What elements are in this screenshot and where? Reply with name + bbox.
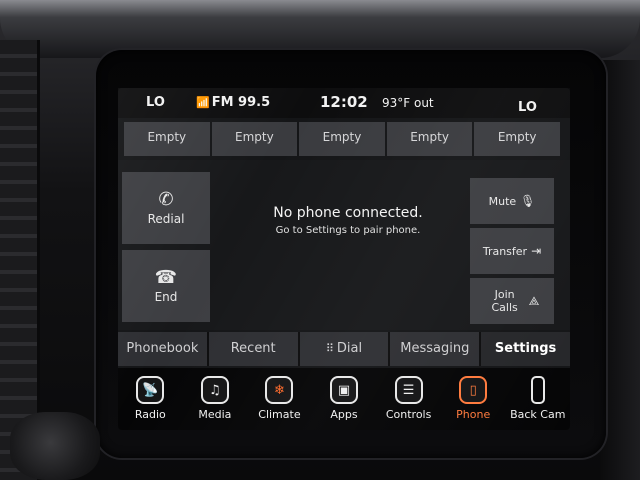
- favorite-slot-1[interactable]: Empty: [124, 122, 210, 156]
- favorite-slot-5[interactable]: Empty: [474, 122, 560, 156]
- car-dashboard: LO 📶 FM 99.5 12:02 93°F out LO Empty Empt…: [0, 0, 640, 480]
- favorite-slot-3[interactable]: Empty: [299, 122, 385, 156]
- tab-messaging[interactable]: Messaging: [390, 332, 480, 366]
- nav-radio[interactable]: 📡 Radio: [118, 368, 183, 430]
- end-label: End: [154, 290, 178, 304]
- tab-phonebook[interactable]: Phonebook: [118, 332, 207, 366]
- message-title: No phone connected.: [273, 205, 423, 221]
- nav-media-label: Media: [198, 408, 232, 421]
- radio-icon: 📡: [136, 376, 165, 404]
- connection-message: No phone connected. Go to Settings to pa…: [238, 205, 458, 236]
- status-bar: LO 📶 FM 99.5 12:02 93°F out LO: [118, 88, 570, 118]
- left-temp-setting[interactable]: LO: [146, 95, 165, 110]
- hang-up-icon: ☎: [154, 267, 178, 288]
- clock: 12:02: [320, 93, 368, 111]
- nav-radio-label: Radio: [134, 408, 166, 421]
- nav-back-cam-label: Back Cam: [510, 408, 566, 421]
- redial-button[interactable]: ✆ Redial: [122, 172, 210, 244]
- transfer-button[interactable]: Transfer ⇥: [470, 228, 554, 274]
- controls-icon: ☰: [394, 376, 423, 404]
- tab-recent[interactable]: Recent: [208, 332, 298, 366]
- transfer-icon: ⇥: [531, 244, 542, 258]
- message-subtitle: Go to Settings to pair phone.: [275, 225, 421, 236]
- nav-apps[interactable]: ▣ Apps: [312, 368, 377, 430]
- dashboard-side-panel: [600, 60, 640, 480]
- favorites-bar: Empty Empty Empty Empty Empty: [124, 122, 560, 156]
- antenna-icon: 📶: [196, 96, 210, 109]
- transfer-label: Transfer: [482, 244, 528, 258]
- right-temp-setting[interactable]: LO: [518, 100, 537, 115]
- back-cam-icon: [530, 376, 545, 404]
- nav-phone-label: Phone: [456, 408, 491, 421]
- nav-climate-label: Climate: [258, 408, 301, 421]
- control-knob: [10, 412, 100, 480]
- nav-controls-label: Controls: [385, 408, 432, 421]
- tab-dial-label: Dial: [336, 341, 363, 356]
- apps-icon: ▣: [330, 376, 359, 404]
- outside-temperature: 93°F out: [382, 96, 434, 110]
- nav-controls[interactable]: ☰ Controls: [376, 368, 441, 430]
- tab-dial[interactable]: ⠿ Dial: [299, 332, 389, 366]
- merge-calls-icon: ⟁: [528, 293, 540, 308]
- climate-icon: ❄: [265, 376, 294, 404]
- phone-tabs: Phonebook Recent ⠿ Dial Messaging Setting…: [118, 332, 570, 366]
- nav-apps-label: Apps: [330, 408, 358, 421]
- dialpad-icon: ⠿: [325, 342, 334, 355]
- tab-settings[interactable]: Settings: [481, 332, 570, 366]
- music-note-icon: ♫: [200, 376, 229, 404]
- end-call-button[interactable]: ☎ End: [122, 250, 210, 322]
- mute-button[interactable]: Mute 🎙: [470, 178, 554, 224]
- favorite-slot-2[interactable]: Empty: [211, 122, 298, 156]
- phone-handset-icon: ✆: [158, 189, 174, 210]
- nav-climate[interactable]: ❄ Climate: [247, 368, 312, 430]
- main-nav-bar: 📡 Radio ♫ Media ❄ Climate ▣ Apps ☰ Contr…: [118, 368, 570, 430]
- favorite-slot-4[interactable]: Empty: [386, 122, 473, 156]
- infotainment-screen: LO 📶 FM 99.5 12:02 93°F out LO Empty Empt…: [118, 88, 570, 430]
- nav-media[interactable]: ♫ Media: [183, 368, 248, 430]
- radio-station: FM 99.5: [211, 95, 271, 110]
- nav-back-cam[interactable]: Back Cam: [505, 368, 570, 430]
- radio-status[interactable]: 📶 FM 99.5: [196, 95, 270, 110]
- phone-icon: ▯: [459, 376, 488, 404]
- phone-main-panel: ✆ Redial ☎ End No phone connected. Go to…: [118, 160, 570, 330]
- join-calls-button[interactable]: Join Calls ⟁: [470, 278, 554, 324]
- nav-phone[interactable]: ▯ Phone: [441, 368, 506, 430]
- redial-label: Redial: [147, 212, 185, 226]
- mic-muted-icon: 🎙: [520, 194, 536, 208]
- join-calls-label: Join Calls: [491, 288, 518, 314]
- mute-label: Mute: [488, 194, 517, 208]
